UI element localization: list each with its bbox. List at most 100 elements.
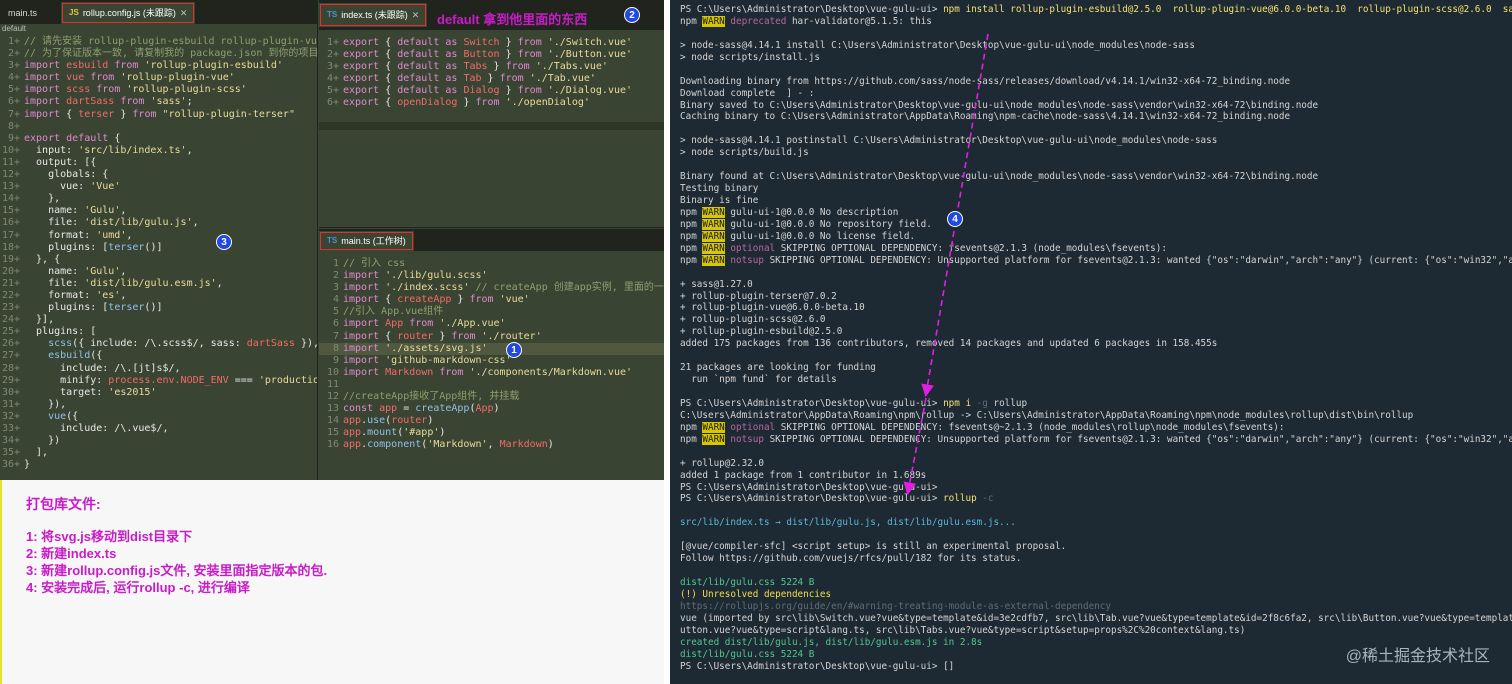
code-line[interactable]: 28+ include: /\.[jt]s$/, [0, 363, 317, 375]
code-line[interactable]: 29+ minify: process.env.NODE_ENV === 'pr… [0, 375, 317, 387]
terminal-line: C:\Users\Administrator\AppData\Roaming\n… [670, 410, 1512, 422]
code-line[interactable]: 2 import './lib/gulu.scss' [319, 270, 664, 282]
line-number: 15+ [1, 205, 20, 217]
rollup-config-pane: main.ts JS rollup.config.js (未跟踪) ✕ defa… [0, 0, 318, 480]
code-line[interactable]: 5 //引入 App.vue组件 [319, 306, 664, 318]
code-line[interactable]: 8+ [0, 121, 317, 133]
code-line[interactable]: 1 // 引入 css [319, 258, 664, 270]
line-number: 10+ [1, 144, 20, 156]
code-line[interactable]: 9 import 'github-markdown-css' [319, 355, 664, 367]
terminal-text: utton.vue?vue&type=script&lang.ts, src\l… [680, 624, 1246, 636]
code-token: }, { [24, 253, 61, 265]
code-line[interactable]: 2+ // 为了保证版本一致, 请复制我的 package.json 到你的项目,… [0, 48, 317, 60]
code-line[interactable]: 24+ }], [0, 314, 317, 326]
code-line[interactable]: 1+ export { default as Switch } from './S… [319, 37, 664, 49]
code-token: Button [463, 49, 506, 61]
code-line[interactable]: 4+ import vue from 'rollup-plugin-vue' [0, 72, 317, 84]
line-number: 9 [332, 354, 339, 366]
code-line[interactable]: 10 import Markdown from './components/Mar… [319, 367, 664, 379]
code-line[interactable]: 6 import App from './App.vue' [319, 318, 664, 330]
code-line[interactable]: 3+ import esbuild from 'rollup-plugin-esb… [0, 60, 317, 72]
code-line[interactable]: 15 app.mount('#app') [319, 427, 664, 439]
code-token: './assets/svg.js' [385, 342, 488, 354]
code-line[interactable]: 26+ scss({ include: /\.scss$/, sass: dar… [0, 338, 317, 350]
code-line[interactable]: 11+ output: [{ [0, 157, 317, 169]
code-token: , [186, 144, 193, 156]
code-line[interactable]: 30+ target: 'es2015' [0, 387, 317, 399]
code-line[interactable]: 31+ }), [0, 399, 317, 411]
code-token: } [505, 49, 518, 61]
line-number: 7 [332, 330, 339, 342]
code-token: export [343, 49, 386, 61]
code-line[interactable]: 35+ ], [0, 447, 317, 459]
code-token: from [475, 97, 506, 109]
line-number: 7+ [7, 108, 20, 120]
code-line[interactable]: 25+ plugins: [ [0, 326, 317, 338]
code-line[interactable]: 23+ plugins: [terser()] [0, 302, 317, 314]
line-number: 1+ [7, 36, 20, 47]
code-line[interactable]: 17+ format: 'umd', [0, 230, 317, 242]
code-line[interactable]: 5+ import scss from 'rollup-plugin-scss' [0, 84, 317, 96]
code-line[interactable]: 13 const app = createApp(App) [319, 403, 664, 415]
code-line[interactable]: 7 import { router } from './router' [319, 331, 664, 343]
code-line[interactable]: 36+} [0, 459, 317, 471]
code-token: } [24, 459, 31, 471]
code-line[interactable]: 9+ export default { [0, 133, 317, 145]
close-icon[interactable]: ✕ [412, 4, 420, 26]
code-line[interactable]: 13+ vue: 'Vue' [0, 181, 317, 193]
terminal-line: npm WARN optional SKIPPING OPTIONAL DEPE… [670, 421, 1512, 434]
code-line[interactable]: 15+ name: 'Gulu', [0, 205, 317, 217]
code-line[interactable]: 1+ // 请先安装 rollup-plugin-esbuild rollup-p… [0, 36, 317, 48]
line-number: 2+ [7, 48, 20, 60]
code-line[interactable]: 7+ import { terser } from "rollup-plugin-… [0, 109, 317, 121]
code-line[interactable]: 34+ }) [0, 435, 317, 447]
tab-main-ts[interactable]: main.ts [0, 2, 45, 24]
code-line[interactable]: 32+ vue({ [0, 411, 317, 423]
code-token: { [385, 97, 398, 109]
code-line[interactable]: 14+ }, [0, 193, 317, 205]
terminal-text: > node scripts/install.js [680, 51, 820, 63]
code-line[interactable]: 6+ export { openDialog } from './openDial… [319, 97, 664, 109]
code-line[interactable]: 21+ file: 'dist/lib/gulu.esm.js', [0, 278, 317, 290]
code-line[interactable]: 22+ format: 'es', [0, 290, 317, 302]
code-line[interactable]: 18+ plugins: [terser()] [0, 242, 317, 254]
code-line[interactable]: 3+ export { default as Tabs } from './Tab… [319, 61, 664, 73]
code-line[interactable]: 4 import { createApp } from 'vue' [319, 294, 664, 306]
terminal-text: npm [680, 230, 703, 242]
code-line[interactable]: 8 import './assets/svg.js' [319, 342, 664, 355]
code-line[interactable]: 19+ }, { [0, 254, 317, 266]
code-line[interactable]: 16+ file: 'dist/lib/gulu.js', [0, 217, 317, 229]
code-line[interactable]: 10+ input: 'src/lib/index.ts', [0, 145, 317, 157]
code-token: } [439, 330, 452, 342]
code-token: Tab [463, 73, 488, 85]
code-line[interactable]: 14 app.use(router) [319, 415, 664, 427]
code-line[interactable]: 3 import './index.scss' // createApp 创建ap… [319, 282, 664, 294]
close-icon[interactable]: ✕ [180, 2, 188, 24]
code-line[interactable]: 4+ export { default as Tab } from './Tab.… [319, 73, 664, 85]
terminal-panel[interactable]: PS C:\Users\Administrator\Desktop\vue-gu… [670, 0, 1512, 684]
tab-index-ts[interactable]: TS index.ts (未跟踪) ✕ [319, 3, 428, 27]
rollup-code[interactable]: 1+ // 请先安装 rollup-plugin-esbuild rollup-p… [0, 36, 317, 471]
tab-rollup-config[interactable]: JS rollup.config.js (未跟踪) ✕ [61, 2, 196, 24]
ts-file-icon: TS [327, 10, 338, 19]
code-line[interactable]: 6+ import dartSass from 'sass'; [0, 96, 317, 108]
tab-main-ts-worktree[interactable]: TS main.ts (工作树) [319, 231, 414, 251]
main-code[interactable]: 1 // 引入 css 2 import './lib/gulu.scss' 3 impo… [319, 258, 664, 452]
code-line[interactable]: 12 //createApp接收了App组件, 并挂载 [319, 391, 664, 403]
code-line[interactable]: 2+ export { default as Button } from './B… [319, 49, 664, 61]
watermark: @稀土掘金技术社区 [1345, 648, 1490, 665]
code-line[interactable]: 5+ export { default as Dialog } from './D… [319, 85, 664, 97]
code-line[interactable]: 20+ name: 'Gulu', [0, 266, 317, 278]
terminal-text: optional [724, 421, 776, 433]
line-number: 11 [326, 378, 339, 390]
code-token: ({ [66, 410, 79, 422]
code-token: ()] [144, 302, 163, 314]
code-line[interactable]: 16 app.component('Markdown', Markdown) [319, 439, 664, 451]
code-line[interactable]: 12+ globals: { [0, 169, 317, 181]
index-code[interactable]: 1+ export { default as Switch } from './S… [319, 37, 664, 110]
code-line[interactable]: 27+ esbuild({ [0, 350, 317, 362]
terminal-line: PS C:\Users\Administrator\Desktop\vue-gu… [670, 398, 1512, 410]
code-line[interactable]: 11 [319, 379, 664, 391]
code-token: './Switch.vue' [547, 37, 633, 48]
code-line[interactable]: 33+ include: /\.vue$/, [0, 423, 317, 435]
